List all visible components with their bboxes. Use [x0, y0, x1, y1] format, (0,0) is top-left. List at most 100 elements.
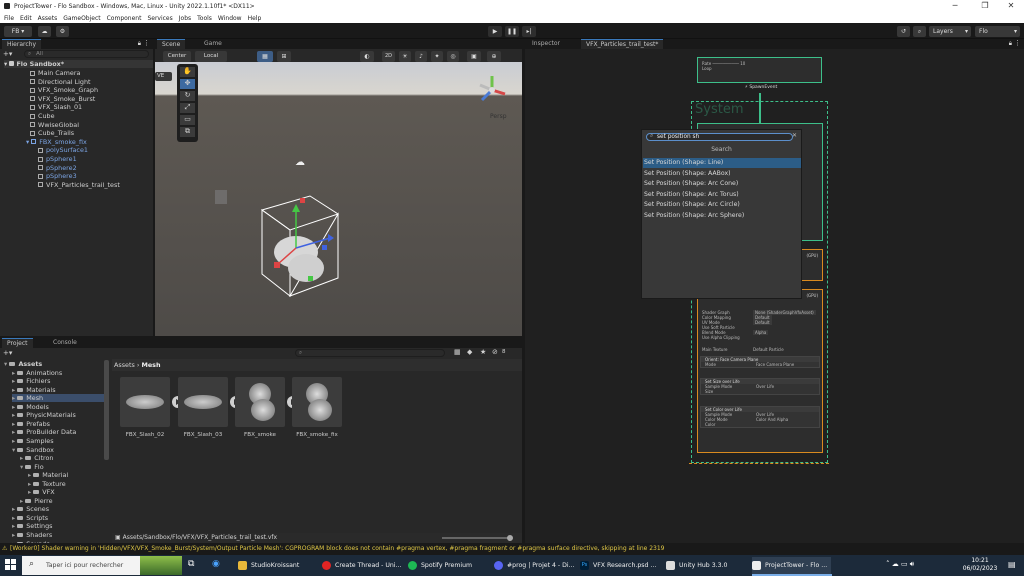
tab-vfx-graph[interactable]: VFX_Particles_trail_test* [581, 39, 664, 49]
step-button[interactable]: ▸| [522, 26, 536, 37]
favorite-icon[interactable]: ★ [480, 348, 486, 356]
overlay-dropdown[interactable]: VE [155, 72, 172, 81]
main-texture-value[interactable]: Default Particle [753, 347, 784, 352]
menu-gameobject[interactable]: GameObject [63, 15, 100, 22]
menu-jobs[interactable]: Jobs [179, 15, 191, 22]
layers-dropdown[interactable]: Layers ▾ [929, 26, 971, 37]
hierarchy-search-input[interactable]: ⌕ All [24, 50, 149, 58]
draw-mode-button[interactable]: ◐ [360, 51, 374, 62]
hidden-icon[interactable]: ⊘ [492, 348, 498, 356]
menu-help[interactable]: Help [248, 15, 262, 22]
asset-tile[interactable]: FBX_smoke [235, 377, 299, 438]
folder-tree-item[interactable]: ▾ Assets [4, 360, 42, 368]
output-context-node[interactable]: (GPU) Shader Graph None (ShaderGraphVfxAs… [697, 289, 823, 453]
folder-tree-item[interactable]: ▸ Citron [20, 454, 53, 462]
search-result-item[interactable]: Set Position (Shape: AABox) [643, 169, 801, 179]
close-button[interactable]: ✕ [998, 1, 1024, 10]
hand-tool-icon[interactable]: ✋ [180, 67, 195, 77]
hierarchy-item[interactable]: ▾ FBX_smoke_fix [26, 138, 87, 146]
folder-tree-item[interactable]: ▸ Mesh [12, 394, 104, 403]
clear-search-icon[interactable]: ✕ [792, 132, 797, 139]
minimize-button[interactable]: ─ [942, 1, 968, 10]
taskbar-app-unity-editor[interactable]: ProjectTower - Flo ... [752, 557, 832, 574]
block-row-value[interactable]: Face Camera Plane [756, 362, 794, 367]
folder-tree-item[interactable]: ▸ Settings [12, 522, 52, 530]
folder-tree-item[interactable]: ▸ PhysicMaterials [12, 411, 76, 419]
search-result-item[interactable]: Set Position (Shape: Arc Cone) [643, 179, 801, 189]
folder-tree-item[interactable]: ▸ Pierre [20, 497, 53, 505]
hierarchy-item[interactable]: Main Camera [30, 69, 80, 77]
taskbar-app-studiokroissant[interactable]: StudioKroissant [238, 557, 299, 574]
folder-tree-item[interactable]: ▸ Fichiers [12, 377, 50, 385]
menu-services[interactable]: Services [147, 15, 172, 22]
menu-window[interactable]: Window [218, 15, 242, 22]
rotate-tool-icon[interactable]: ↻ [180, 91, 195, 101]
hierarchy-item[interactable]: Cube [30, 112, 55, 120]
windows-start-icon[interactable] [5, 559, 17, 571]
taskbar-app-unity-hub[interactable]: Unity Hub 3.3.0 [666, 557, 727, 574]
vfx-block[interactable]: Orient: Face Camera Plane Mode Face Camera… [700, 356, 820, 368]
filter-label-icon[interactable]: ◆ [467, 348, 472, 356]
hidden-objects-icon[interactable]: ◎ [447, 51, 459, 62]
zoom-slider-handle[interactable] [507, 535, 513, 541]
collab-icon[interactable]: ⚙ [56, 26, 69, 37]
orientation-gizmo[interactable]: Persp [472, 72, 512, 122]
hierarchy-item[interactable]: pSphere3 [38, 172, 77, 180]
lighting-icon[interactable]: ☀ [399, 51, 411, 62]
hierarchy-item[interactable]: VFX_Smoke_Burst [30, 95, 95, 103]
search-result-item[interactable]: Set Position (Shape: Arc Circle) [643, 200, 801, 210]
transform-tool-icon[interactable]: ⧉ [180, 127, 195, 137]
menu-edit[interactable]: Edit [20, 15, 32, 22]
maximize-button[interactable]: ❐ [972, 1, 998, 10]
scale-tool-icon[interactable]: ⤢ [180, 103, 195, 113]
console-status-bar[interactable]: ⚠ [Worker0] Shader warning in 'Hidden/VF… [0, 543, 1024, 555]
taskbar-app-photoshop[interactable]: Ps VFX Research.psd ... [580, 557, 656, 574]
pause-button[interactable]: ❚❚ [505, 26, 519, 37]
taskbar-search-box[interactable]: ⌕ Taper ici pour rechercher [22, 556, 182, 575]
tab-project[interactable]: Project [2, 338, 33, 348]
folder-tree-item[interactable]: ▸ Samples [12, 437, 54, 445]
hierarchy-item[interactable]: VFX_Smoke_Graph [30, 86, 98, 94]
lock-icon[interactable]: 🔒︎ [1009, 40, 1012, 48]
menu-file[interactable]: File [4, 15, 14, 22]
folder-tree-item[interactable]: ▾ Flo [20, 463, 44, 471]
camera-icon[interactable]: ▣ [467, 51, 481, 62]
light-icon[interactable]: ☁ [295, 157, 305, 168]
add-icon[interactable]: +▾ [3, 50, 12, 58]
folder-tree-item[interactable]: ▸ ProBuilder Data [12, 428, 76, 436]
task-view-icon[interactable]: ⧉ [188, 559, 194, 569]
folder-tree-item[interactable]: ▾ Sandbox [12, 446, 54, 454]
folder-tree-item[interactable]: ▸ Scripts [12, 514, 48, 522]
spawn-context-node[interactable]: Rate ─────────── 10 Loop [697, 57, 822, 83]
vfx-block[interactable]: Set Size over Life Sample Mode Over Life Si… [700, 378, 820, 395]
folder-tree-item[interactable]: ▸ Materials [12, 386, 56, 394]
grid-snap-button[interactable]: ▦ [257, 51, 273, 62]
search-result-item[interactable]: Set Position (Shape: Arc Torus) [643, 190, 801, 200]
folder-tree-item[interactable]: ▸ Animations [12, 369, 62, 377]
layout-dropdown[interactable]: Flo ▾ [975, 26, 1020, 37]
scene-root[interactable]: ▾ Flo Sandbox* [4, 60, 153, 68]
taskbar-app-discord[interactable]: #prog | Projet 4 - Di... [494, 557, 574, 574]
pivot-toggle[interactable]: Center [163, 51, 191, 62]
clock[interactable]: 10:21 06/02/2023 [960, 557, 1000, 573]
notifications-icon[interactable]: ▤ [1008, 560, 1016, 569]
more-options-icon[interactable]: ⋮ [143, 39, 150, 47]
hierarchy-item[interactable]: VFX_Slash_01 [30, 103, 82, 111]
history-icon[interactable]: ↺ [897, 26, 910, 37]
search-icon[interactable]: ⌕ [913, 26, 926, 37]
node-search-input[interactable]: ⌕ set position sh [646, 133, 793, 141]
account-button[interactable]: FB ▾ [4, 26, 32, 37]
move-tool-icon[interactable]: ✥ [180, 79, 195, 89]
folder-tree-item[interactable]: ▸ Shaders [12, 531, 52, 539]
hierarchy-item[interactable]: pSphere1 [38, 155, 77, 163]
system-tray-icons[interactable]: ˄ ☁ ▭ 🔊︎ [886, 560, 914, 569]
menu-component[interactable]: Component [107, 15, 142, 22]
folder-tree-item[interactable]: ▸ Models [12, 403, 49, 411]
audio-icon[interactable]: ♪ [415, 51, 427, 62]
asset-tile[interactable]: FBX_Slash_02 [120, 377, 184, 438]
folder-tree-item[interactable]: ▸ VFX [28, 488, 55, 496]
tab-scene[interactable]: Scene [157, 39, 186, 49]
space-toggle[interactable]: Local [195, 51, 227, 62]
folder-tree-item[interactable]: ▸ Material [28, 471, 68, 479]
cloud-icon[interactable]: ☁ [38, 26, 51, 37]
